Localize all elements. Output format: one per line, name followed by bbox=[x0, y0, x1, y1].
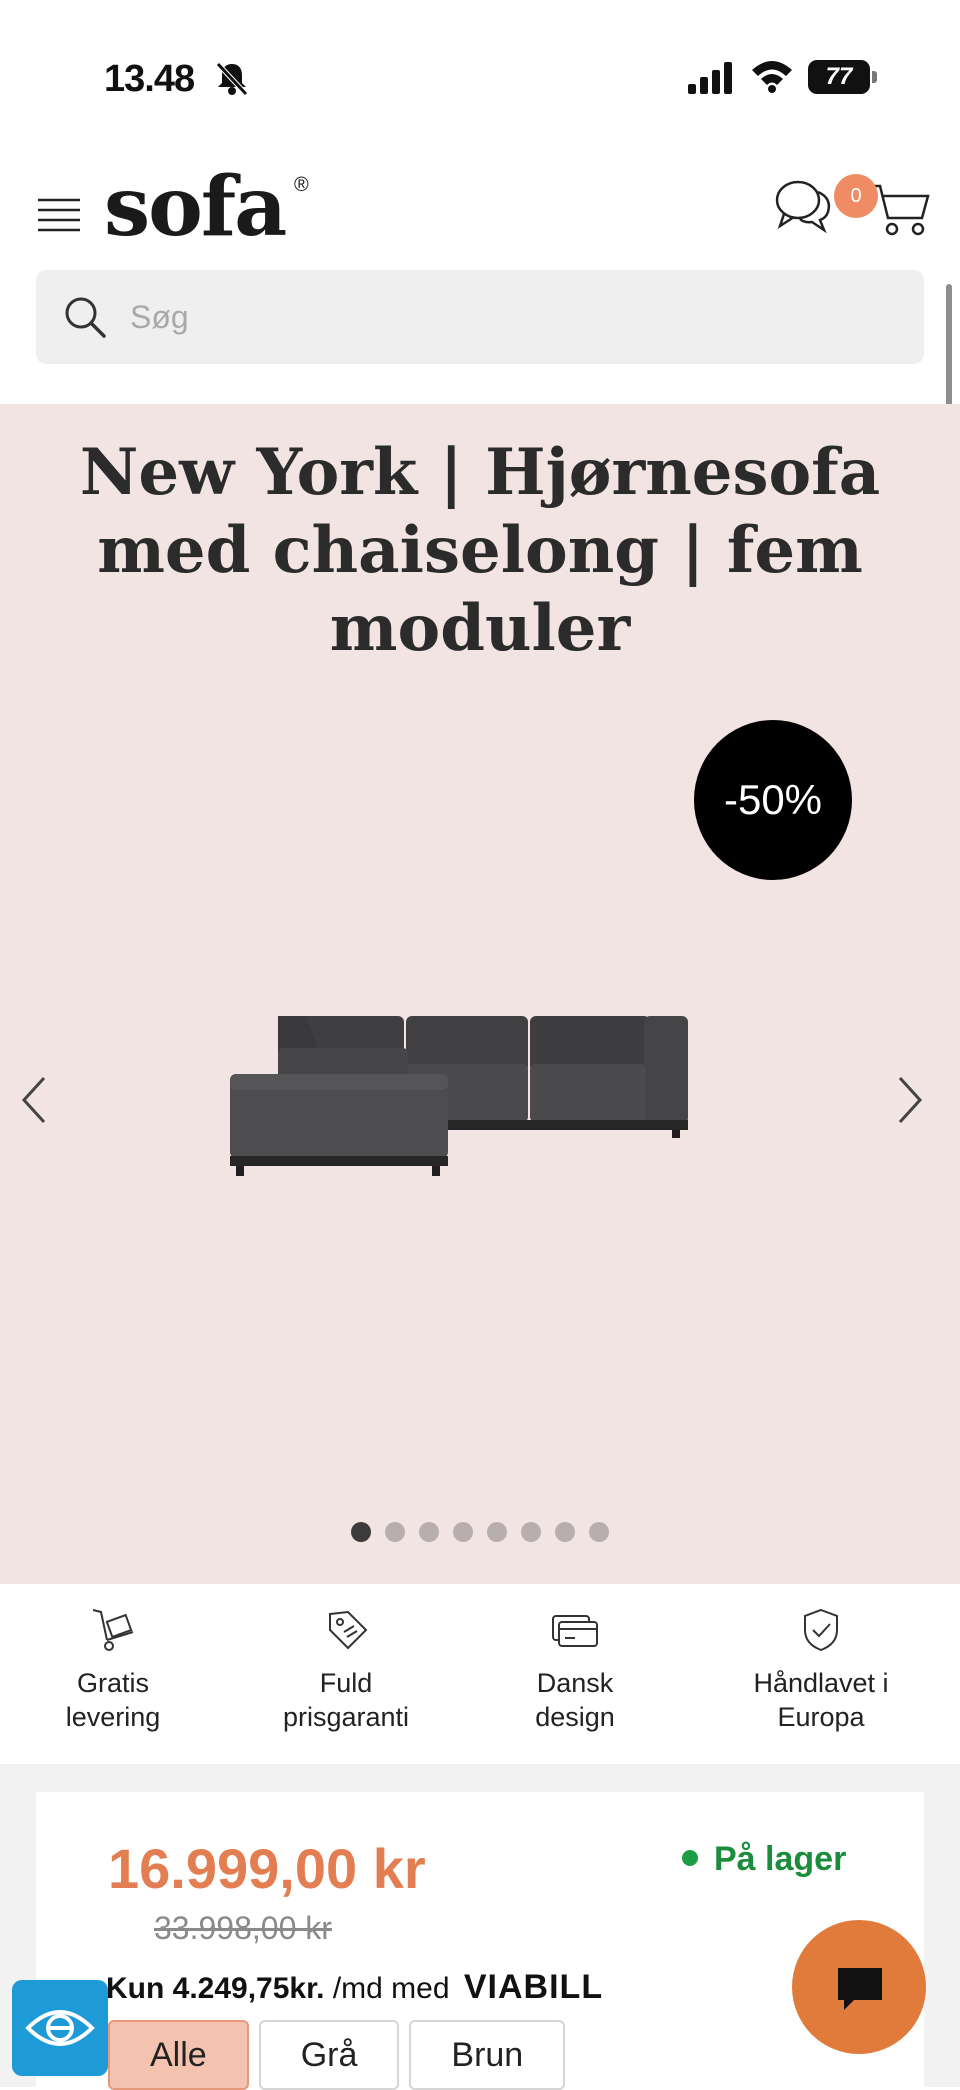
registered-mark: ® bbox=[294, 174, 309, 196]
accessibility-widget[interactable] bbox=[12, 1980, 108, 2076]
variant-filter: Alle Grå Brun bbox=[108, 2020, 575, 2090]
stock-dot-icon bbox=[682, 1850, 698, 1867]
stock-label: På lager bbox=[714, 1840, 847, 1878]
gallery-dot[interactable] bbox=[351, 1522, 371, 1542]
eye-icon bbox=[25, 2010, 95, 2046]
cart-icon[interactable] bbox=[868, 180, 932, 238]
gallery-pagination bbox=[0, 1522, 960, 1552]
gallery-dot[interactable] bbox=[555, 1522, 575, 1542]
product-title: New York | Hjørnesofa med chaiselong | f… bbox=[79, 435, 881, 666]
feature-price-guarantee: Fuld prisgaranti bbox=[236, 1604, 456, 1734]
feature-label: Håndlavet i Europa bbox=[753, 1668, 889, 1732]
chevron-left-icon[interactable] bbox=[16, 1070, 52, 1130]
feature-free-delivery: Gratis levering bbox=[3, 1604, 223, 1734]
chat-bubbles-icon[interactable] bbox=[774, 178, 834, 234]
chat-icon bbox=[838, 1968, 882, 2010]
gallery-dot[interactable] bbox=[521, 1522, 541, 1542]
site-logo[interactable]: sofa bbox=[104, 166, 287, 248]
price-tag-icon bbox=[329, 1610, 368, 1650]
feature-handmade: Håndlavet i Europa bbox=[711, 1604, 931, 1734]
feature-label: Dansk design bbox=[535, 1668, 615, 1732]
feature-label: Gratis levering bbox=[65, 1668, 161, 1732]
variant-grey-button[interactable]: Grå bbox=[258, 2020, 400, 2090]
current-price: 16.999,00 kr bbox=[108, 1837, 426, 1900]
live-chat-button[interactable] bbox=[792, 1920, 926, 2054]
signal-icon bbox=[688, 62, 732, 94]
viabill-logo: VIABILL bbox=[463, 1968, 604, 2006]
gallery-dot[interactable] bbox=[589, 1522, 609, 1542]
search-icon bbox=[65, 297, 106, 338]
viabill-text: /md med bbox=[332, 1972, 450, 2005]
gallery-dot[interactable] bbox=[385, 1522, 405, 1542]
cart-count-badge: 0 bbox=[834, 174, 878, 218]
menu-icon[interactable] bbox=[36, 194, 82, 238]
credit-card-icon bbox=[552, 1615, 598, 1647]
product-gallery: New York | Hjørnesofa med chaiselong | f… bbox=[0, 404, 960, 1584]
viabill-monthly: Kun 4.249,75kr. bbox=[106, 1972, 325, 2005]
bell-muted-icon bbox=[216, 62, 248, 96]
old-price: 33.998,00 kr bbox=[154, 1910, 332, 1946]
variant-all-button[interactable]: Alle bbox=[108, 2020, 249, 2090]
wifi-icon bbox=[752, 61, 792, 93]
usp-features: Gratis levering Fuld prisgaranti Dansk d… bbox=[0, 1604, 960, 1764]
search-input[interactable] bbox=[130, 270, 890, 364]
product-image[interactable] bbox=[226, 1008, 736, 1184]
chevron-right-icon[interactable] bbox=[892, 1070, 928, 1130]
status-bar: 13.48 77 bbox=[0, 0, 960, 140]
discount-badge: -50% bbox=[694, 720, 852, 880]
feature-danish-design: Dansk design bbox=[465, 1604, 685, 1734]
battery-indicator: 77 bbox=[808, 60, 877, 96]
site-header: sofa ® 0 bbox=[0, 140, 960, 270]
viabill-financing[interactable]: Kun 4.249,75kr. /md med VIABILL bbox=[106, 1968, 603, 2007]
feature-label: Fuld prisgaranti bbox=[282, 1668, 410, 1732]
gallery-dot[interactable] bbox=[453, 1522, 473, 1542]
gallery-dot[interactable] bbox=[487, 1522, 507, 1542]
shield-check-icon bbox=[804, 1608, 838, 1652]
variant-brown-button[interactable]: Brun bbox=[409, 2020, 566, 2090]
status-time: 13.48 bbox=[104, 58, 195, 100]
battery-level: 77 bbox=[825, 63, 853, 90]
delivery-cart-icon bbox=[92, 1609, 134, 1651]
price-card: 16.999,00 kr 33.998,00 kr På lager Kun 4… bbox=[36, 1792, 924, 2090]
search-bar[interactable] bbox=[36, 270, 924, 364]
gallery-dot[interactable] bbox=[419, 1522, 439, 1542]
stock-status: På lager bbox=[682, 1840, 846, 1879]
